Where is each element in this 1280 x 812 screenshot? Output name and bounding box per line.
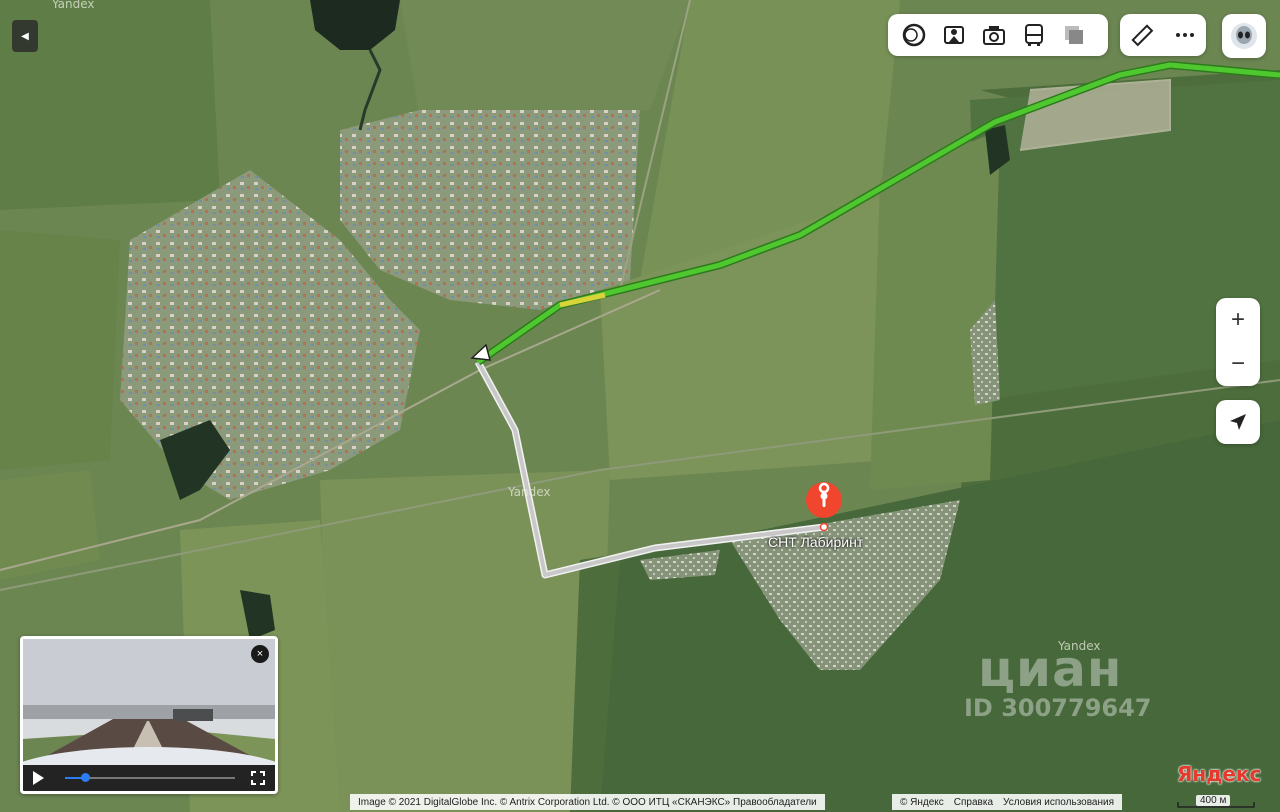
camera-icon [983, 26, 1005, 45]
zoom-out-button[interactable]: − [1216, 342, 1260, 386]
destination-label[interactable]: СНТ Лабиринт [768, 534, 863, 550]
ruler-icon [1130, 24, 1153, 47]
more-icon [1175, 33, 1194, 37]
fullscreen-icon[interactable] [251, 771, 265, 785]
zoom-control: + − [1216, 298, 1260, 386]
scale-label: 400 м [1196, 795, 1231, 806]
cian-listing-id: ID 300779647 [964, 694, 1152, 722]
collapse-panel-button[interactable]: ◀ [12, 20, 38, 52]
photos-button[interactable] [974, 17, 1014, 53]
yandex-watermark: Yandex [51, 0, 95, 11]
alien-avatar-icon [1231, 23, 1257, 49]
seek-bar[interactable] [65, 773, 235, 782]
layers-button[interactable] [894, 17, 934, 53]
yandex-logo[interactable]: Яндекс [1177, 762, 1261, 786]
cian-brand: циан [978, 640, 1123, 698]
location-arrow-icon [1230, 414, 1246, 430]
stack-icon [1065, 26, 1083, 44]
profile-avatar-button[interactable] [1222, 14, 1266, 58]
map-layers-button[interactable] [1054, 17, 1094, 53]
play-icon[interactable] [33, 771, 44, 785]
video-close-button[interactable]: × [251, 645, 269, 663]
panorama-button[interactable] [934, 17, 974, 53]
video-controls [23, 765, 275, 791]
tools-toolbar [1120, 14, 1206, 56]
zoom-in-button[interactable]: + [1216, 298, 1260, 342]
layers-icon [902, 23, 926, 47]
panorama-icon [944, 26, 964, 44]
map-toolbar [888, 14, 1108, 56]
help-link[interactable]: Справка [954, 797, 993, 808]
yandex-copyright: © Яндекс [900, 796, 944, 808]
bus-icon [1025, 24, 1043, 46]
my-location-button[interactable] [1216, 400, 1260, 444]
video-panorama-player[interactable]: × [20, 636, 278, 794]
imagery-copyright[interactable]: Image © 2021 DigitalGlobe Inc. © Antrix … [350, 794, 825, 810]
scale-bar: 400 м [1176, 792, 1256, 810]
transport-button[interactable] [1014, 17, 1054, 53]
yandex-watermark: Yandex [507, 485, 551, 499]
more-button[interactable] [1165, 17, 1205, 53]
terms-link[interactable]: Условия использования [1003, 797, 1114, 808]
seek-handle[interactable] [81, 773, 91, 782]
cian-watermark: циан ID 300779647 [930, 640, 1152, 722]
yandex-copyright-bar: © Яндекс Справка Условия использования [892, 794, 1123, 810]
ruler-button[interactable] [1122, 17, 1162, 53]
